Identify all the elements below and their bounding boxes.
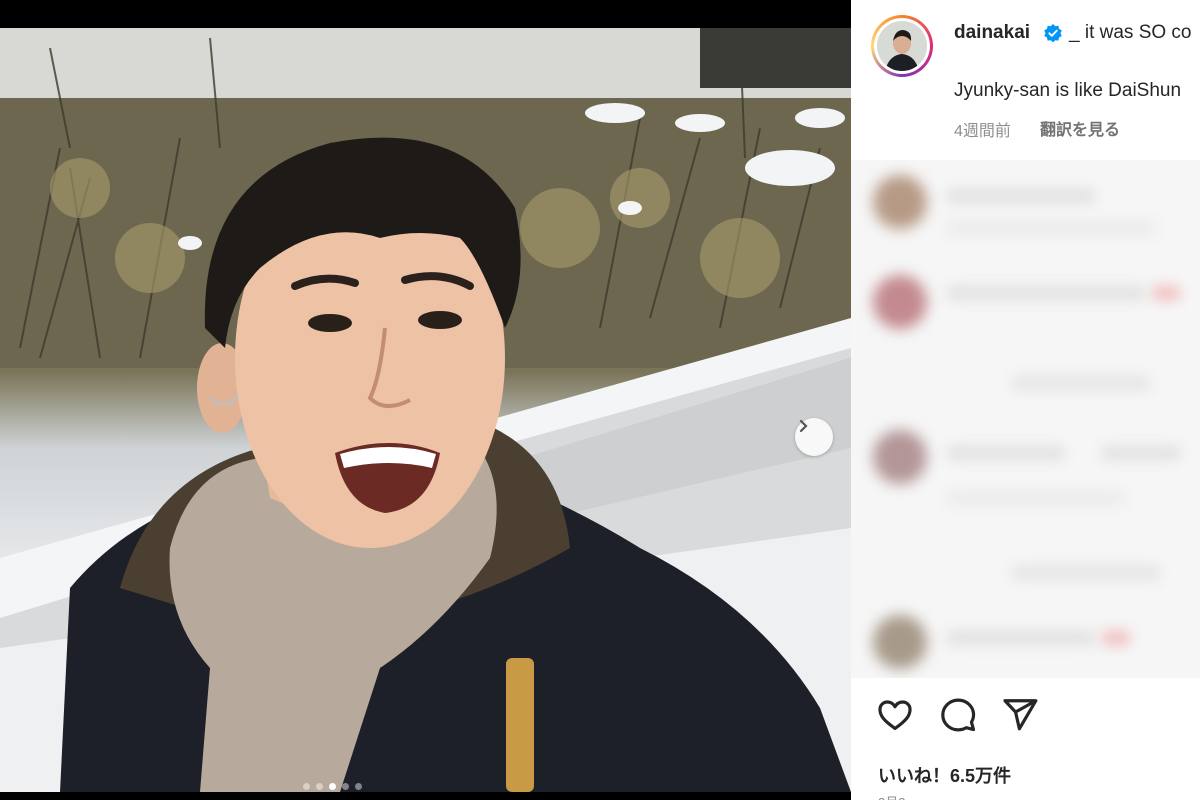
caption-text-line: Jyunky-san is like DaiShun <box>954 80 1182 101</box>
post-media <box>0 0 851 800</box>
chevron-right-icon <box>799 419 808 433</box>
carousel-indicator <box>303 783 362 790</box>
verified-badge-icon <box>1044 24 1062 43</box>
comment-avatar <box>873 175 927 229</box>
comment-text-blurred <box>1101 445 1181 461</box>
comment-text-blurred <box>946 445 1066 461</box>
post-actions <box>851 690 1200 740</box>
avatar-photo <box>877 21 927 71</box>
heart-icon[interactable] <box>876 696 914 734</box>
comment-like-blurred <box>1101 630 1131 646</box>
comment-text-blurred <box>1011 375 1151 391</box>
carousel-next-button[interactable] <box>795 418 833 456</box>
comment-icon[interactable] <box>939 696 977 734</box>
carousel-dot <box>355 783 362 790</box>
comment-text-blurred <box>1011 565 1161 581</box>
carousel-dot <box>316 783 323 790</box>
carousel-dot-active <box>329 783 336 790</box>
author-username[interactable]: dainakai <box>954 22 1030 44</box>
carousel-dot <box>342 783 349 790</box>
comment-text-blurred <box>946 188 1096 204</box>
post-date: 2月2 <box>878 792 905 800</box>
likes-count[interactable]: いいね！6.5万件 <box>878 762 1011 788</box>
comment-text-blurred <box>946 490 1126 506</box>
comment-text-blurred <box>946 220 1156 236</box>
comment-avatar <box>873 430 927 484</box>
comment-text-blurred <box>946 630 1096 646</box>
carousel-dot <box>303 783 310 790</box>
author-avatar[interactable] <box>871 15 933 77</box>
comment-avatar <box>873 275 927 329</box>
comments-list-blurred <box>851 160 1200 678</box>
post-side-panel: dainakai _ it was SO co Jyunky-san is li… <box>851 0 1200 800</box>
comment-text-blurred <box>946 285 1146 301</box>
selfie-photo-illustration <box>0 28 851 792</box>
post-time-ago: 4週間前 <box>954 123 1011 140</box>
comment-avatar <box>873 615 927 669</box>
translate-button[interactable]: 翻訳を見る <box>1040 116 1120 140</box>
comment-like-blurred <box>1151 285 1181 301</box>
caption-text: _ it was SO co <box>1069 22 1192 43</box>
share-icon[interactable] <box>1001 696 1039 734</box>
post-photo[interactable] <box>0 28 851 792</box>
